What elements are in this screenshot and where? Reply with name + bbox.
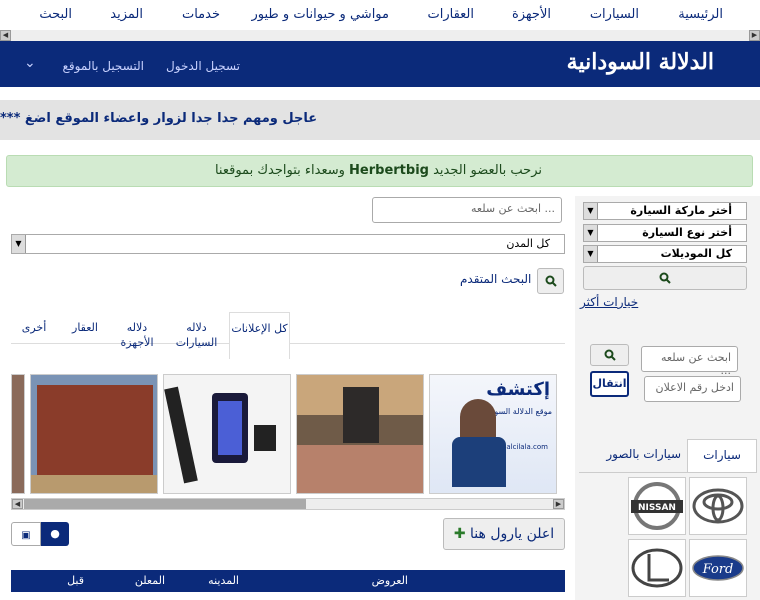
welcome-member: Herbertbig (349, 163, 429, 178)
city-select-value: كل المدن (506, 237, 550, 250)
welcome-banner: نرحب بالعضو الجديد Herbertbig وسعداء بتو… (6, 155, 753, 187)
charger-image (254, 425, 276, 451)
tab-cars[interactable]: سيارات (687, 439, 757, 472)
ground-image (31, 475, 157, 493)
go-button[interactable]: انتقال (590, 371, 629, 397)
nav-devices[interactable]: الأجهزة (512, 7, 551, 22)
col-time: قبل (67, 574, 84, 587)
svg-text:NISSAN: NISSAN (638, 503, 676, 513)
nav-cars[interactable]: السيارات (590, 7, 639, 22)
lexus-icon (631, 548, 683, 588)
search-icon (545, 275, 557, 287)
ford-logo[interactable]: Ford (689, 539, 747, 597)
car-make-select[interactable]: ▼ أختر ماركة السيارة (583, 202, 747, 220)
scroll-right-icon[interactable]: ▶ (749, 30, 760, 41)
chevron-down-icon[interactable]: ⌄ (24, 55, 36, 71)
dropdown-arrow-icon: ▼ (584, 246, 598, 262)
register-link[interactable]: التسجيل بالموقع (63, 59, 145, 73)
ticker-text[interactable]: *** عاجل ومهم جدا جدا لزوار واعضاء الموق… (0, 111, 317, 126)
nav-more[interactable]: المزيد (110, 7, 143, 22)
more-options-link[interactable]: خيارات أكثر (580, 295, 638, 309)
car-search-button[interactable] (583, 266, 747, 290)
dropdown-arrow-icon: ▼ (584, 203, 598, 219)
car-model-label: كل الموديلات (660, 247, 732, 260)
thumb-title: إكتشف (486, 379, 550, 400)
list-view-button[interactable]: ▣ (11, 522, 41, 546)
city-select[interactable]: ▼ كل المدن (11, 234, 565, 254)
advertise-button[interactable]: ✚ اعلن يارول هنا (443, 518, 565, 550)
tab-device-ads[interactable]: دلاله الأجهزة (110, 320, 164, 350)
car-make-label: أختر ماركة السيارة (630, 204, 732, 217)
site-logo[interactable]: الدلالة السودانية (567, 49, 714, 75)
thumb-site: alcilala.com (506, 443, 548, 451)
ads-table-header: العروض المدينه المعلن قبل (11, 570, 565, 592)
search-icon (604, 349, 616, 361)
sidebar-search-button[interactable] (590, 344, 629, 366)
advanced-search-link[interactable]: البحث المتقدم (460, 272, 531, 286)
lexus-logo[interactable] (628, 539, 686, 597)
nav-home[interactable]: الرئيسية (678, 7, 723, 22)
tab-all-ads[interactable]: كل الإعلانات (229, 312, 290, 359)
search-icon (659, 272, 671, 284)
brand-tabs: سيارات سيارات بالصور (579, 439, 757, 473)
globe-icon: ● (50, 527, 60, 540)
scrollbar-thumb[interactable] (24, 499, 306, 509)
ad-thumbnail[interactable] (296, 374, 424, 494)
welcome-text: نرحب بالعضو الجديد Herbertbig وسعداء بتو… (215, 163, 542, 178)
ad-thumbnail[interactable] (163, 374, 291, 494)
door-image (343, 387, 379, 443)
advertise-label: اعلن يارول هنا (470, 526, 555, 542)
scroll-left-icon[interactable]: ◀ (12, 499, 23, 509)
advanced-search-button[interactable] (537, 268, 564, 294)
plus-icon: ✚ (453, 526, 466, 542)
welcome-before: نرحب بالعضو الجديد (433, 163, 542, 178)
grid-view-button[interactable]: ● (41, 522, 69, 546)
login-link[interactable]: تسجيل الدخول (166, 59, 240, 73)
ad-thumbnail[interactable] (11, 374, 25, 494)
remote-image (164, 386, 198, 484)
svg-text:Ford: Ford (702, 562, 734, 577)
welcome-after: وسعداء بتواجدك بموقعنا (214, 163, 345, 178)
ad-thumbnail[interactable]: إكتشف موقع الدلالة السودانية alcilala.co… (429, 374, 557, 494)
news-ticker: *** عاجل ومهم جدا جدا لزوار واعضاء الموق… (0, 100, 760, 140)
ford-icon: Ford (692, 555, 744, 581)
car-type-select[interactable]: ▼ أختر نوع السيارة (583, 224, 747, 242)
car-type-label: أختر نوع السيارة (642, 226, 732, 239)
suit-image (452, 437, 506, 487)
col-city: المدينه (208, 574, 239, 587)
dropdown-arrow-icon: ▼ (584, 225, 598, 241)
horizontal-scrollbar[interactable]: ◀ ▶ (0, 30, 760, 41)
nav-services[interactable]: خدمات (182, 7, 220, 22)
scroll-left-icon[interactable]: ◀ (0, 30, 11, 41)
tab-car-ads[interactable]: دلاله السيارات (164, 320, 229, 350)
phone-screen-image (218, 401, 242, 455)
thumbs-scrollbar[interactable]: ◀ ▶ (11, 498, 565, 510)
nav-search[interactable]: البحث (39, 7, 72, 22)
image-icon: ▣ (21, 530, 31, 541)
toyota-icon (692, 488, 744, 524)
floor-image (297, 445, 423, 493)
scroll-right-icon[interactable]: ▶ (553, 499, 564, 509)
tab-other[interactable]: أخرى (14, 320, 54, 335)
nissan-logo[interactable]: NISSAN (628, 477, 686, 535)
site-header: الدلالة السودانية تسجيل الدخول التسجيل ب… (0, 41, 760, 87)
ad-number-input[interactable]: ادخل رقم الاعلان (644, 376, 741, 402)
top-nav: الرئيسية السيارات الأجهزة العقارات مواشي… (0, 0, 760, 30)
col-offers: العروض (371, 574, 408, 587)
main-search-input[interactable]: ابحث عن سلعه ... (372, 197, 562, 223)
car-model-select[interactable]: ▼ كل الموديلات (583, 245, 747, 263)
tab-realestate[interactable]: العقار (60, 320, 110, 335)
tab-cars-photos[interactable]: سيارات بالصور (606, 447, 681, 461)
ad-thumbnail[interactable] (30, 374, 158, 494)
toyota-logo[interactable] (689, 477, 747, 535)
dropdown-arrow-icon: ▼ (12, 235, 26, 253)
nissan-icon: NISSAN (631, 482, 683, 530)
col-advertiser: المعلن (134, 574, 165, 587)
container-image (37, 385, 153, 481)
sidebar-search-input[interactable]: ابحث عن سلعه ... (641, 346, 738, 377)
nav-livestock[interactable]: مواشي و حيوانات و طيور (252, 7, 389, 22)
nav-realestate[interactable]: العقارات (427, 7, 474, 22)
